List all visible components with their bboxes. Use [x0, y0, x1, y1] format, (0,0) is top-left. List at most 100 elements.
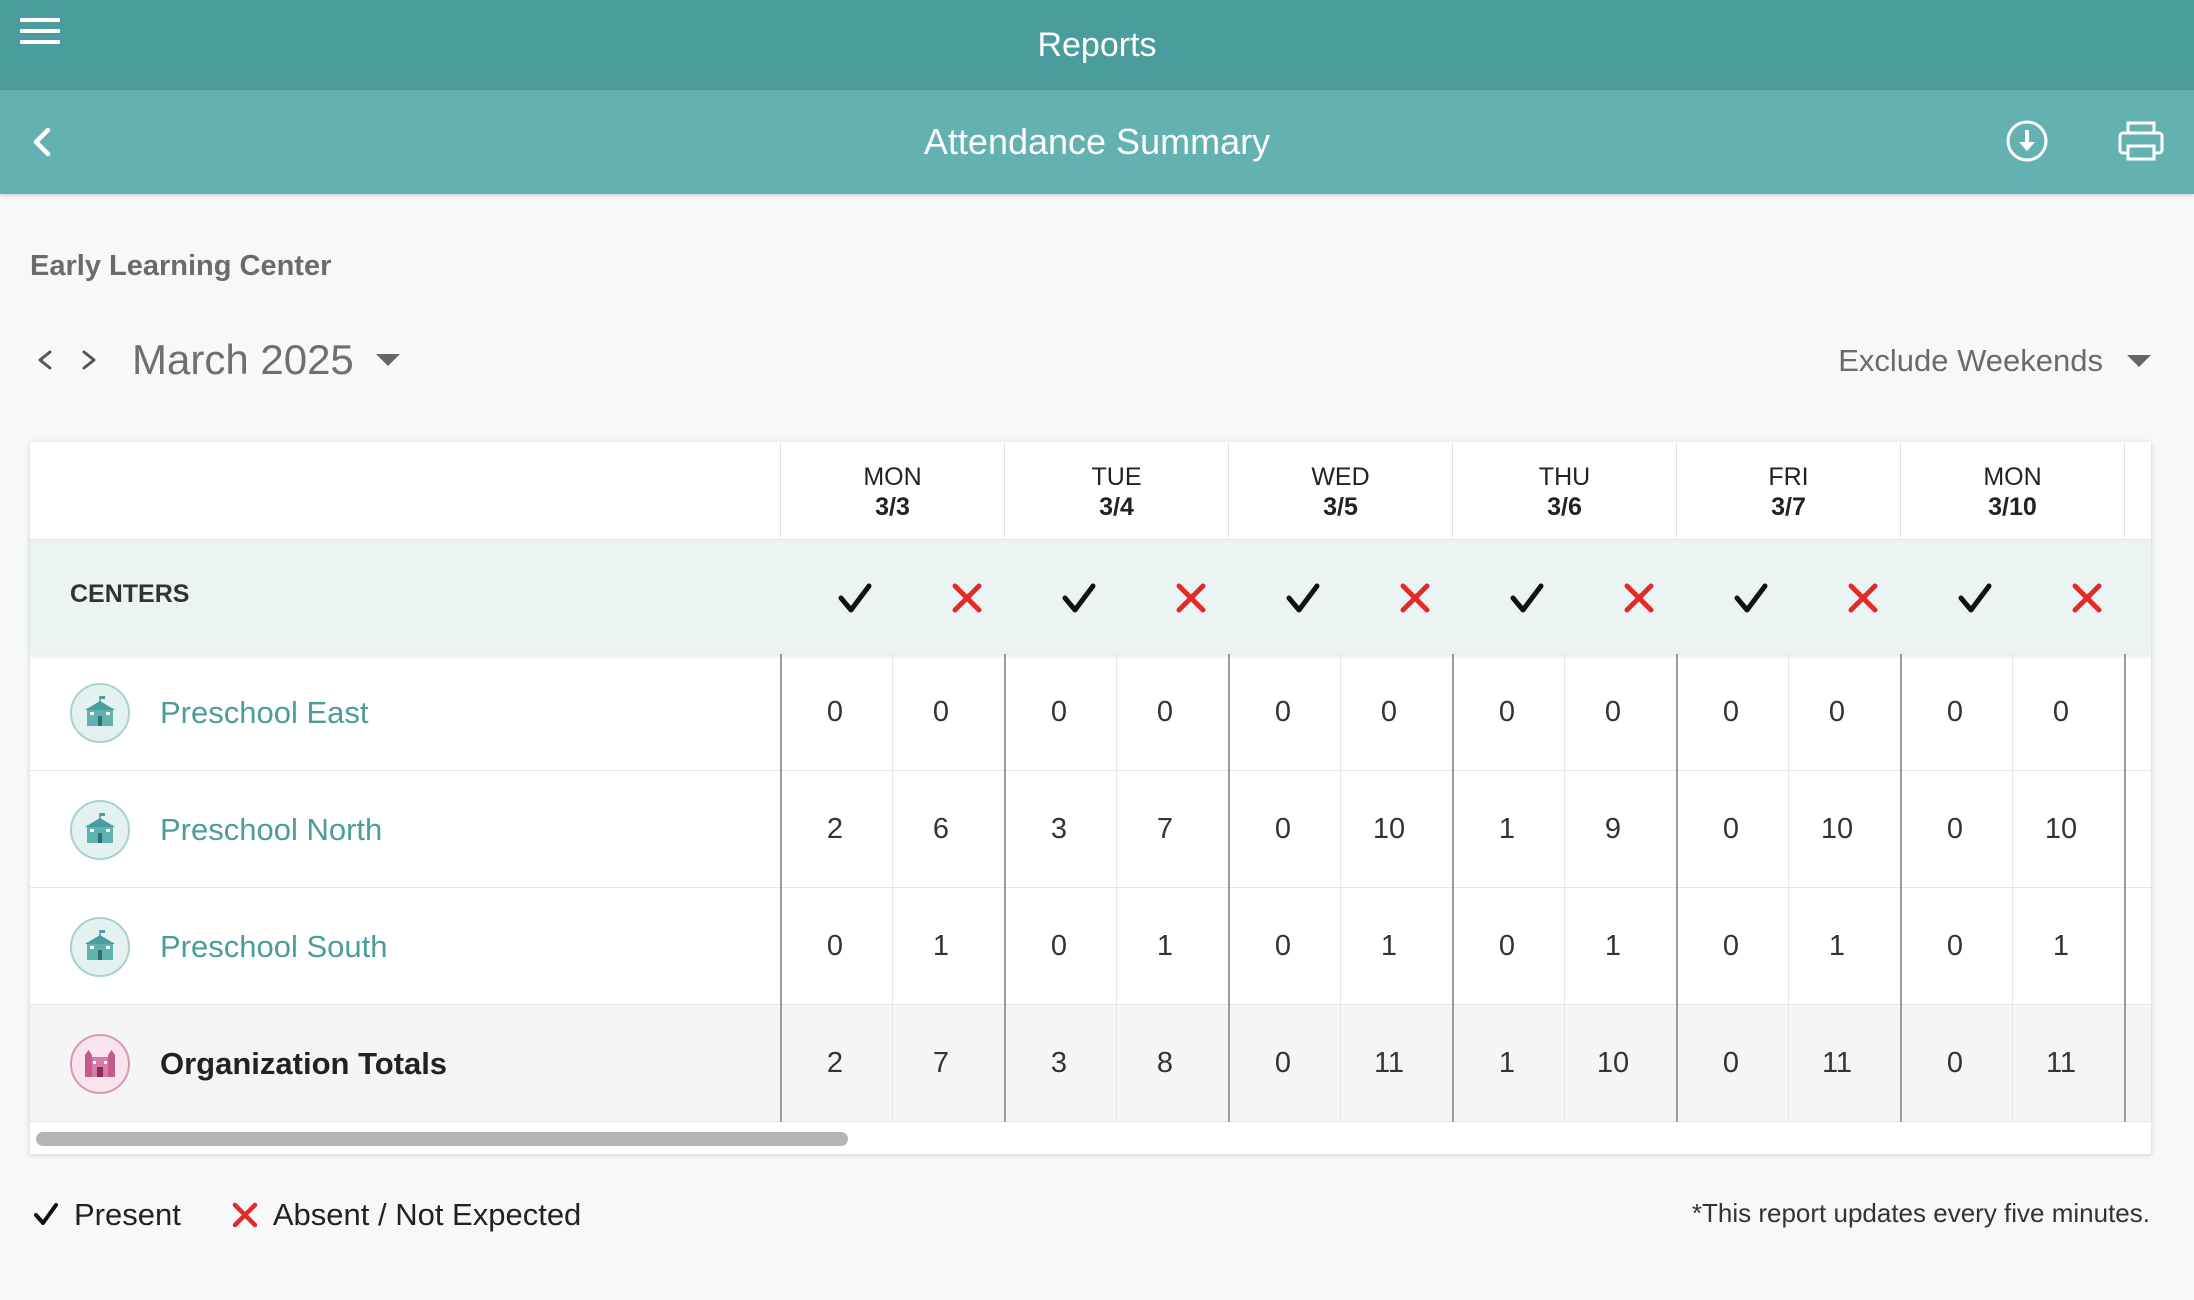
column-separator	[1564, 1005, 1565, 1122]
weekend-filter-dropdown[interactable]: Exclude Weekends	[1838, 336, 2151, 386]
date-label: 3/3	[875, 493, 910, 521]
absent-x-icon	[1624, 583, 1654, 613]
day-of-week: MON	[1983, 463, 2042, 491]
date-column-header: WED 3/5	[1228, 442, 1452, 540]
day-separator	[1228, 888, 1230, 1005]
download-icon[interactable]	[2004, 118, 2050, 164]
day-separator	[1228, 1005, 1230, 1122]
present-count: 0	[1274, 1047, 1292, 1079]
hamburger-menu-icon[interactable]	[20, 18, 60, 48]
absent-x-icon	[1400, 583, 1430, 613]
day-separator	[2124, 654, 2126, 771]
present-count: 0	[1050, 696, 1068, 728]
day-separator	[1004, 771, 1006, 888]
center-row: Preschool East 0 0 0 0 0 0 0 0 0 0 0 0	[30, 654, 2151, 771]
present-count: 0	[1050, 930, 1068, 962]
absent-x-icon	[952, 583, 982, 613]
center-link[interactable]: Preschool North	[30, 771, 782, 888]
present-count: 2	[826, 813, 844, 845]
day-separator	[2124, 1005, 2126, 1122]
column-separator	[1788, 1005, 1789, 1122]
center-row: Preschool North 2 6 3 7 0 10 1 9 0 10 0 10	[30, 771, 2151, 888]
absent-count: 7	[932, 1047, 950, 1079]
back-arrow-icon[interactable]	[22, 122, 62, 162]
date-column-header: THU 3/6	[1452, 442, 1676, 540]
date-column-header: TUE 3/4	[1004, 442, 1228, 540]
present-checkmark-icon	[1734, 583, 1768, 613]
present-checkmark-icon	[838, 583, 872, 613]
present-count: 0	[1722, 813, 1740, 845]
absent-count: 10	[2044, 813, 2078, 845]
date-column-header: FRI 3/7	[1676, 442, 1900, 540]
absent-count: 1	[1828, 930, 1846, 962]
attendance-table: MON 3/3 TUE 3/4 WED 3/5 THU 3/6 FRI 3/7 MON 3/10 CE…	[30, 442, 2151, 1154]
present-checkmark-icon	[1286, 583, 1320, 613]
weekend-filter-label: Exclude Weekends	[1838, 343, 2103, 378]
present-count: 0	[1722, 930, 1740, 962]
horizontal-scrollbar[interactable]	[36, 1132, 848, 1146]
absent-count: 9	[1604, 813, 1622, 845]
day-separator	[1004, 1005, 1006, 1122]
center-name: Organization Totals	[160, 1045, 448, 1081]
previous-month-icon[interactable]	[30, 340, 60, 380]
next-month-icon[interactable]	[74, 340, 104, 380]
present-count: 0	[1498, 696, 1516, 728]
absent-x-icon	[1848, 583, 1878, 613]
date-label: 3/6	[1547, 493, 1582, 521]
present-count: 0	[1722, 696, 1740, 728]
x-mark-icon	[232, 1202, 258, 1228]
day-separator	[1228, 771, 1230, 888]
centers-column-header: CENTERS	[70, 580, 190, 608]
absent-count: 10	[1596, 1047, 1630, 1079]
absent-count: 7	[1156, 813, 1174, 845]
present-count: 0	[1722, 1047, 1740, 1079]
center-link[interactable]: Preschool East	[30, 654, 782, 771]
absent-count: 1	[2052, 930, 2070, 962]
present-count: 3	[1050, 1047, 1068, 1079]
absent-count: 11	[1373, 1047, 1405, 1079]
absent-count: 11	[2045, 1047, 2077, 1079]
date-column-header: MON 3/10	[1900, 442, 2124, 540]
day-separator	[780, 1005, 782, 1122]
day-separator	[780, 888, 782, 1005]
day-separator	[1452, 1005, 1454, 1122]
present-count: 0	[826, 930, 844, 962]
column-separator	[1340, 654, 1341, 771]
date-column-header: MON 3/3	[780, 442, 1004, 540]
column-separator	[1788, 888, 1789, 1005]
column-separator	[2012, 888, 2013, 1005]
print-icon[interactable]	[2116, 118, 2166, 164]
present-count: 0	[1274, 930, 1292, 962]
column-separator	[892, 1005, 893, 1122]
absent-count: 1	[1604, 930, 1622, 962]
date-label: 3/4	[1099, 493, 1134, 521]
center-name: Preschool North	[160, 811, 383, 847]
present-count: 0	[1498, 930, 1516, 962]
report-title: Attendance Summary	[923, 121, 1271, 162]
app-header: Reports	[0, 0, 2194, 90]
day-separator	[780, 654, 782, 771]
column-separator	[1340, 888, 1341, 1005]
present-count: 0	[1946, 1047, 1964, 1079]
column-separator	[1116, 654, 1117, 771]
checkmark-icon	[34, 1203, 58, 1225]
school-building-icon	[70, 682, 130, 743]
absent-count: 0	[932, 696, 950, 728]
center-link[interactable]: Preschool South	[30, 888, 782, 1005]
day-separator	[1900, 888, 1902, 1005]
day-separator	[1004, 888, 1006, 1005]
castle-icon	[70, 1033, 130, 1094]
absent-count: 0	[1380, 696, 1398, 728]
column-separator	[892, 654, 893, 771]
column-separator	[2012, 654, 2013, 771]
column-separator	[1116, 1005, 1117, 1122]
present-count: 3	[1050, 813, 1068, 845]
legend: Present Absent / Not Expected	[32, 1190, 631, 1240]
month-selector[interactable]: March 2025	[132, 336, 354, 384]
day-separator	[1900, 654, 1902, 771]
month-dropdown-caret-icon[interactable]	[375, 354, 400, 366]
absent-count: 10	[1820, 813, 1854, 845]
column-separator	[1116, 771, 1117, 888]
absent-count: 1	[932, 930, 950, 962]
month-navigator: March 2025	[30, 330, 400, 390]
